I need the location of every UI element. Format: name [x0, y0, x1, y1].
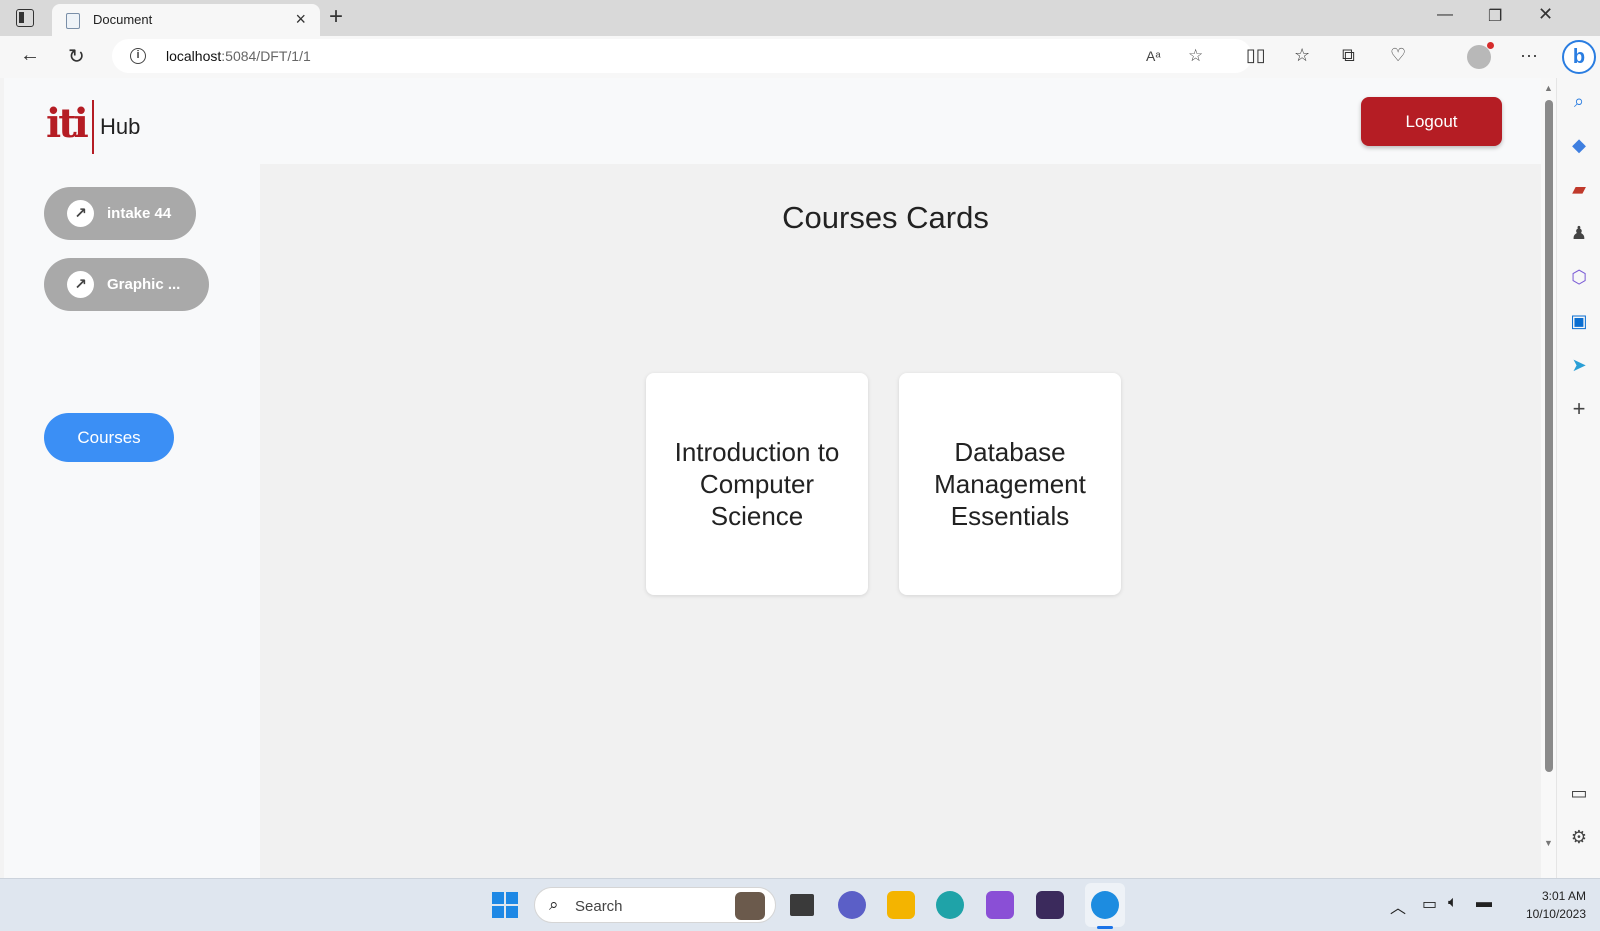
clock-time: 3:01 AM — [1541, 889, 1586, 903]
sidebar-item-label: intake 44 — [107, 205, 172, 222]
add-sidebar-app-icon[interactable]: + — [1568, 398, 1590, 420]
clock-date: 10/10/2023 — [1525, 907, 1586, 921]
logo-divider — [92, 100, 94, 154]
search-highlight-image — [735, 892, 765, 920]
search-icon: ⌕ — [549, 895, 559, 914]
windows-taskbar: ⌕ Search ︿ ▭ 🔈︎ ▬ 3:01 AM 10/10/2023 — [0, 878, 1600, 931]
edge-active-icon[interactable] — [1091, 891, 1119, 919]
microsoft365-icon[interactable]: ⬡ — [1568, 266, 1590, 288]
page-scrollbar[interactable]: ▲ ▼ — [1541, 78, 1556, 878]
course-card-title: Database Management Essentials — [934, 437, 1086, 531]
site-header: iti Hub Logout — [4, 78, 1541, 164]
favorites-icon[interactable]: ☆ — [1294, 45, 1310, 66]
iti-logo-mark: iti — [46, 100, 89, 147]
taskbar-search-box[interactable]: ⌕ Search — [534, 887, 776, 923]
iti-hub-logo[interactable]: iti Hub — [46, 98, 156, 156]
battery-icon[interactable]: ▬ — [1476, 894, 1492, 912]
taskbar-clock[interactable]: 3:01 AM 10/10/2023 — [1506, 887, 1586, 923]
show-hidden-icons-icon[interactable]: ︿ — [1390, 894, 1406, 918]
page-viewport: iti Hub Logout ↗ intake 44 ↗ Graphic ...… — [4, 78, 1541, 878]
close-window-icon[interactable]: ✕ — [1538, 4, 1553, 25]
sidebar-layout-icon[interactable]: ▭ — [1568, 782, 1590, 804]
volume-icon[interactable]: 🔈︎ — [1448, 894, 1458, 912]
courses-button[interactable]: Courses — [44, 413, 174, 462]
windows-start-icon[interactable] — [492, 892, 518, 918]
more-options-icon[interactable]: ··· — [1520, 45, 1538, 66]
collections-icon[interactable]: ⧉ — [1342, 45, 1355, 66]
logout-button[interactable]: Logout — [1361, 97, 1502, 146]
search-icon[interactable]: ⌕ — [1568, 90, 1590, 112]
browser-toolbar: ← ↻ i localhost:5084/DFT/1/1 A͏ᵃ ☆ ▯▯ ☆ … — [0, 36, 1600, 78]
sidebar: ↗ intake 44 ↗ Graphic ... Courses — [4, 164, 260, 878]
course-card[interactable]: Introduction to Computer Science — [646, 373, 868, 595]
taskbar-search-placeholder: Search — [575, 898, 623, 915]
scroll-down-icon[interactable]: ▼ — [1544, 838, 1553, 848]
file-explorer-icon[interactable] — [887, 891, 915, 919]
edge-sidebar: ⌕ ◆ ▰ ♟ ⬡ ▣ ➤ + ▭ ⚙ — [1556, 78, 1600, 878]
arrow-up-right-icon: ↗ — [67, 200, 94, 227]
copilot-icon[interactable]: b — [1562, 40, 1596, 74]
minimize-icon[interactable]: — — [1437, 6, 1453, 24]
edge-icon[interactable] — [936, 891, 964, 919]
browser-tab[interactable]: Document × — [52, 4, 320, 36]
site-info-icon[interactable]: i — [130, 48, 146, 64]
back-icon[interactable]: ← — [20, 44, 40, 67]
course-card-title: Introduction to Computer Science — [674, 437, 840, 531]
games-icon[interactable]: ♟ — [1568, 222, 1590, 244]
tab-title: Document — [93, 12, 153, 27]
scroll-thumb[interactable] — [1545, 100, 1553, 772]
scroll-up-icon[interactable]: ▲ — [1544, 83, 1553, 93]
close-tab-icon[interactable]: × — [295, 9, 306, 30]
restore-icon[interactable]: ❐ — [1488, 6, 1502, 26]
document-favicon-icon — [66, 13, 80, 29]
settings-gear-icon[interactable]: ⚙ — [1568, 826, 1590, 848]
sidebar-item-intake[interactable]: ↗ intake 44 — [44, 187, 196, 240]
outlook-icon[interactable]: ▣ — [1568, 310, 1590, 332]
sidebar-item-track[interactable]: ↗ Graphic ... — [44, 258, 209, 311]
course-card[interactable]: Database Management Essentials — [899, 373, 1121, 595]
new-tab-icon[interactable]: + — [329, 3, 343, 31]
split-screen-icon[interactable]: ▯▯ — [1246, 45, 1266, 66]
task-view-icon[interactable] — [790, 894, 814, 916]
brand-label: Hub — [100, 114, 141, 139]
active-app-indicator — [1097, 926, 1113, 929]
profile-avatar[interactable] — [1467, 42, 1494, 69]
teams-chat-icon[interactable] — [838, 891, 866, 919]
page-title: Courses Cards — [782, 200, 989, 235]
refresh-icon[interactable]: ↻ — [68, 44, 85, 69]
favorite-star-icon[interactable]: ☆ — [1188, 46, 1203, 66]
network-icon[interactable]: ▭ — [1422, 894, 1437, 914]
address-bar[interactable]: i localhost:5084/DFT/1/1 A͏ᵃ ☆ — [112, 39, 1252, 73]
url-text[interactable]: localhost:5084/DFT/1/1 — [166, 48, 311, 64]
shopping-tag-icon[interactable]: ◆ — [1568, 134, 1590, 156]
read-aloud-icon[interactable]: A͏ᵃ — [1146, 48, 1161, 64]
visual-studio-icon[interactable] — [986, 891, 1014, 919]
tools-icon[interactable]: ▰ — [1568, 178, 1590, 200]
browser-essentials-icon[interactable]: ♡ — [1390, 45, 1406, 66]
main-content: Courses Cards Introduction to Computer S… — [260, 164, 1541, 878]
terminal-icon[interactable] — [1036, 891, 1064, 919]
sidebar-item-label: Graphic ... — [107, 276, 181, 293]
arrow-up-right-icon: ↗ — [67, 271, 94, 298]
tab-actions-icon[interactable] — [16, 9, 34, 27]
browser-titlebar: Document × + — ❐ ✕ — [0, 0, 1600, 36]
drop-icon[interactable]: ➤ — [1568, 354, 1590, 376]
